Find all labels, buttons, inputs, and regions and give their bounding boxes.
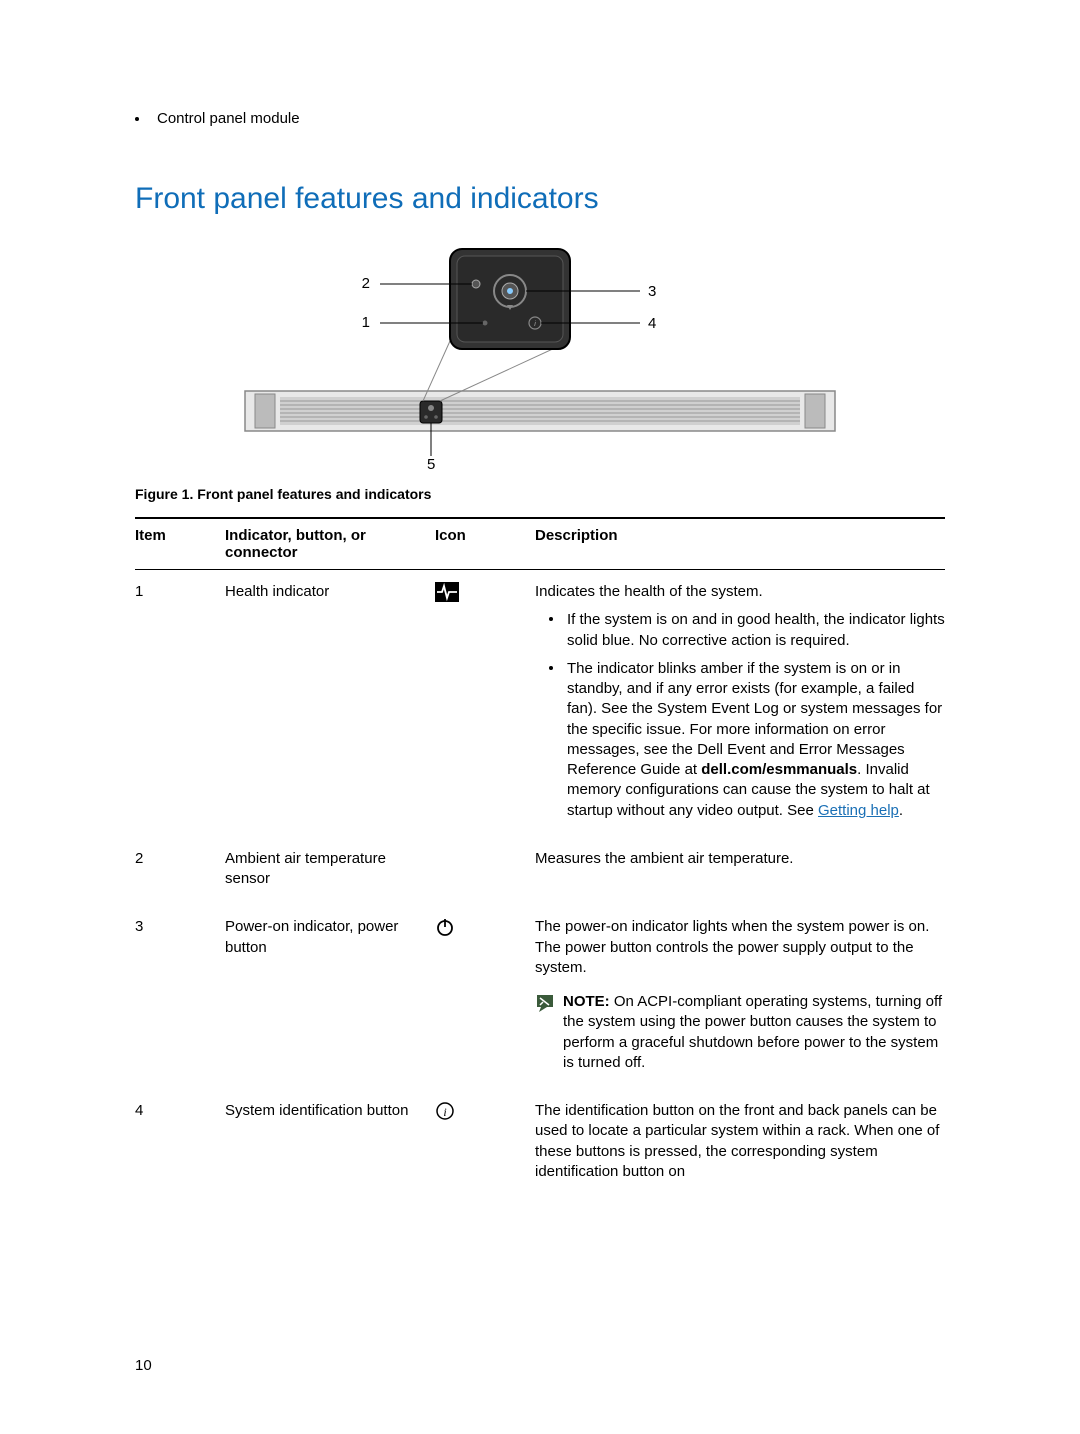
cell-description: The power-on indicator lights when the s… (535, 917, 945, 1073)
cell-description: Indicates the health of the system. If t… (535, 582, 945, 821)
note-box: NOTE: On ACPI-compliant operating system… (535, 992, 945, 1073)
table-row: 3 Power-on indicator, power button The p… (135, 905, 945, 1089)
desc-text: The power-on indicator lights when the s… (535, 917, 945, 978)
header-description: Description (535, 527, 945, 561)
front-panel-diagram-icon: i 2 1 3 4 5 (240, 241, 840, 471)
cell-indicator: System identification button (225, 1101, 435, 1182)
table-header-row: Item Indicator, button, or connector Ico… (135, 519, 945, 569)
desc-bullet: The indicator blinks amber if the system… (535, 659, 945, 821)
header-icon: Icon (435, 527, 535, 561)
desc-intro: Indicates the health of the system. (535, 582, 945, 602)
figure-diagram: i 2 1 3 4 5 (135, 241, 945, 476)
bullet-item: Control panel module (135, 110, 945, 127)
figure-caption: Figure 1. Front panel features and indic… (135, 486, 945, 502)
bullet-dot-icon (549, 617, 553, 621)
table-row: 4 System identification button i The ide… (135, 1089, 945, 1182)
section-heading: Front panel features and indicators (135, 182, 945, 216)
bullet-text: Control panel module (157, 110, 300, 127)
cell-description: Measures the ambient air temperature. (535, 849, 945, 890)
callout-5: 5 (427, 456, 435, 471)
svg-text:i: i (443, 1105, 446, 1119)
header-item: Item (135, 527, 225, 561)
getting-help-link[interactable]: Getting help (818, 802, 899, 819)
page-number: 10 (135, 1357, 152, 1374)
desc-bullet: If the system is on and in good health, … (535, 610, 945, 651)
bullet-text: If the system is on and in good health, … (567, 610, 945, 651)
callout-4: 4 (648, 315, 656, 332)
cell-icon: i (435, 1101, 535, 1182)
note-icon (535, 992, 563, 1073)
note-text: NOTE: On ACPI-compliant operating system… (563, 992, 945, 1073)
cell-icon (435, 849, 535, 890)
table-row: 2 Ambient air temperature sensor Measure… (135, 837, 945, 906)
bullet-text: The indicator blinks amber if the system… (567, 659, 945, 821)
cell-description: The identification button on the front a… (535, 1101, 945, 1182)
cell-indicator: Health indicator (225, 582, 435, 821)
cell-indicator: Ambient air temperature sensor (225, 849, 435, 890)
identification-icon: i (435, 1101, 455, 1182)
callout-2: 2 (362, 275, 370, 292)
header-indicator: Indicator, button, or connector (225, 527, 435, 561)
cell-item: 1 (135, 582, 225, 821)
bullet-dot-icon (549, 666, 553, 670)
cell-icon (435, 917, 535, 1073)
power-icon (435, 917, 455, 1073)
cell-item: 2 (135, 849, 225, 890)
table-row: 1 Health indicator Indicates the health … (135, 570, 945, 837)
callout-3: 3 (648, 283, 656, 300)
callout-1: 1 (362, 314, 370, 331)
cell-item: 4 (135, 1101, 225, 1182)
bullet-dot-icon (135, 117, 139, 121)
cell-item: 3 (135, 917, 225, 1073)
health-indicator-icon (435, 582, 459, 821)
cell-indicator: Power-on indicator, power button (225, 917, 435, 1073)
cell-icon (435, 582, 535, 821)
